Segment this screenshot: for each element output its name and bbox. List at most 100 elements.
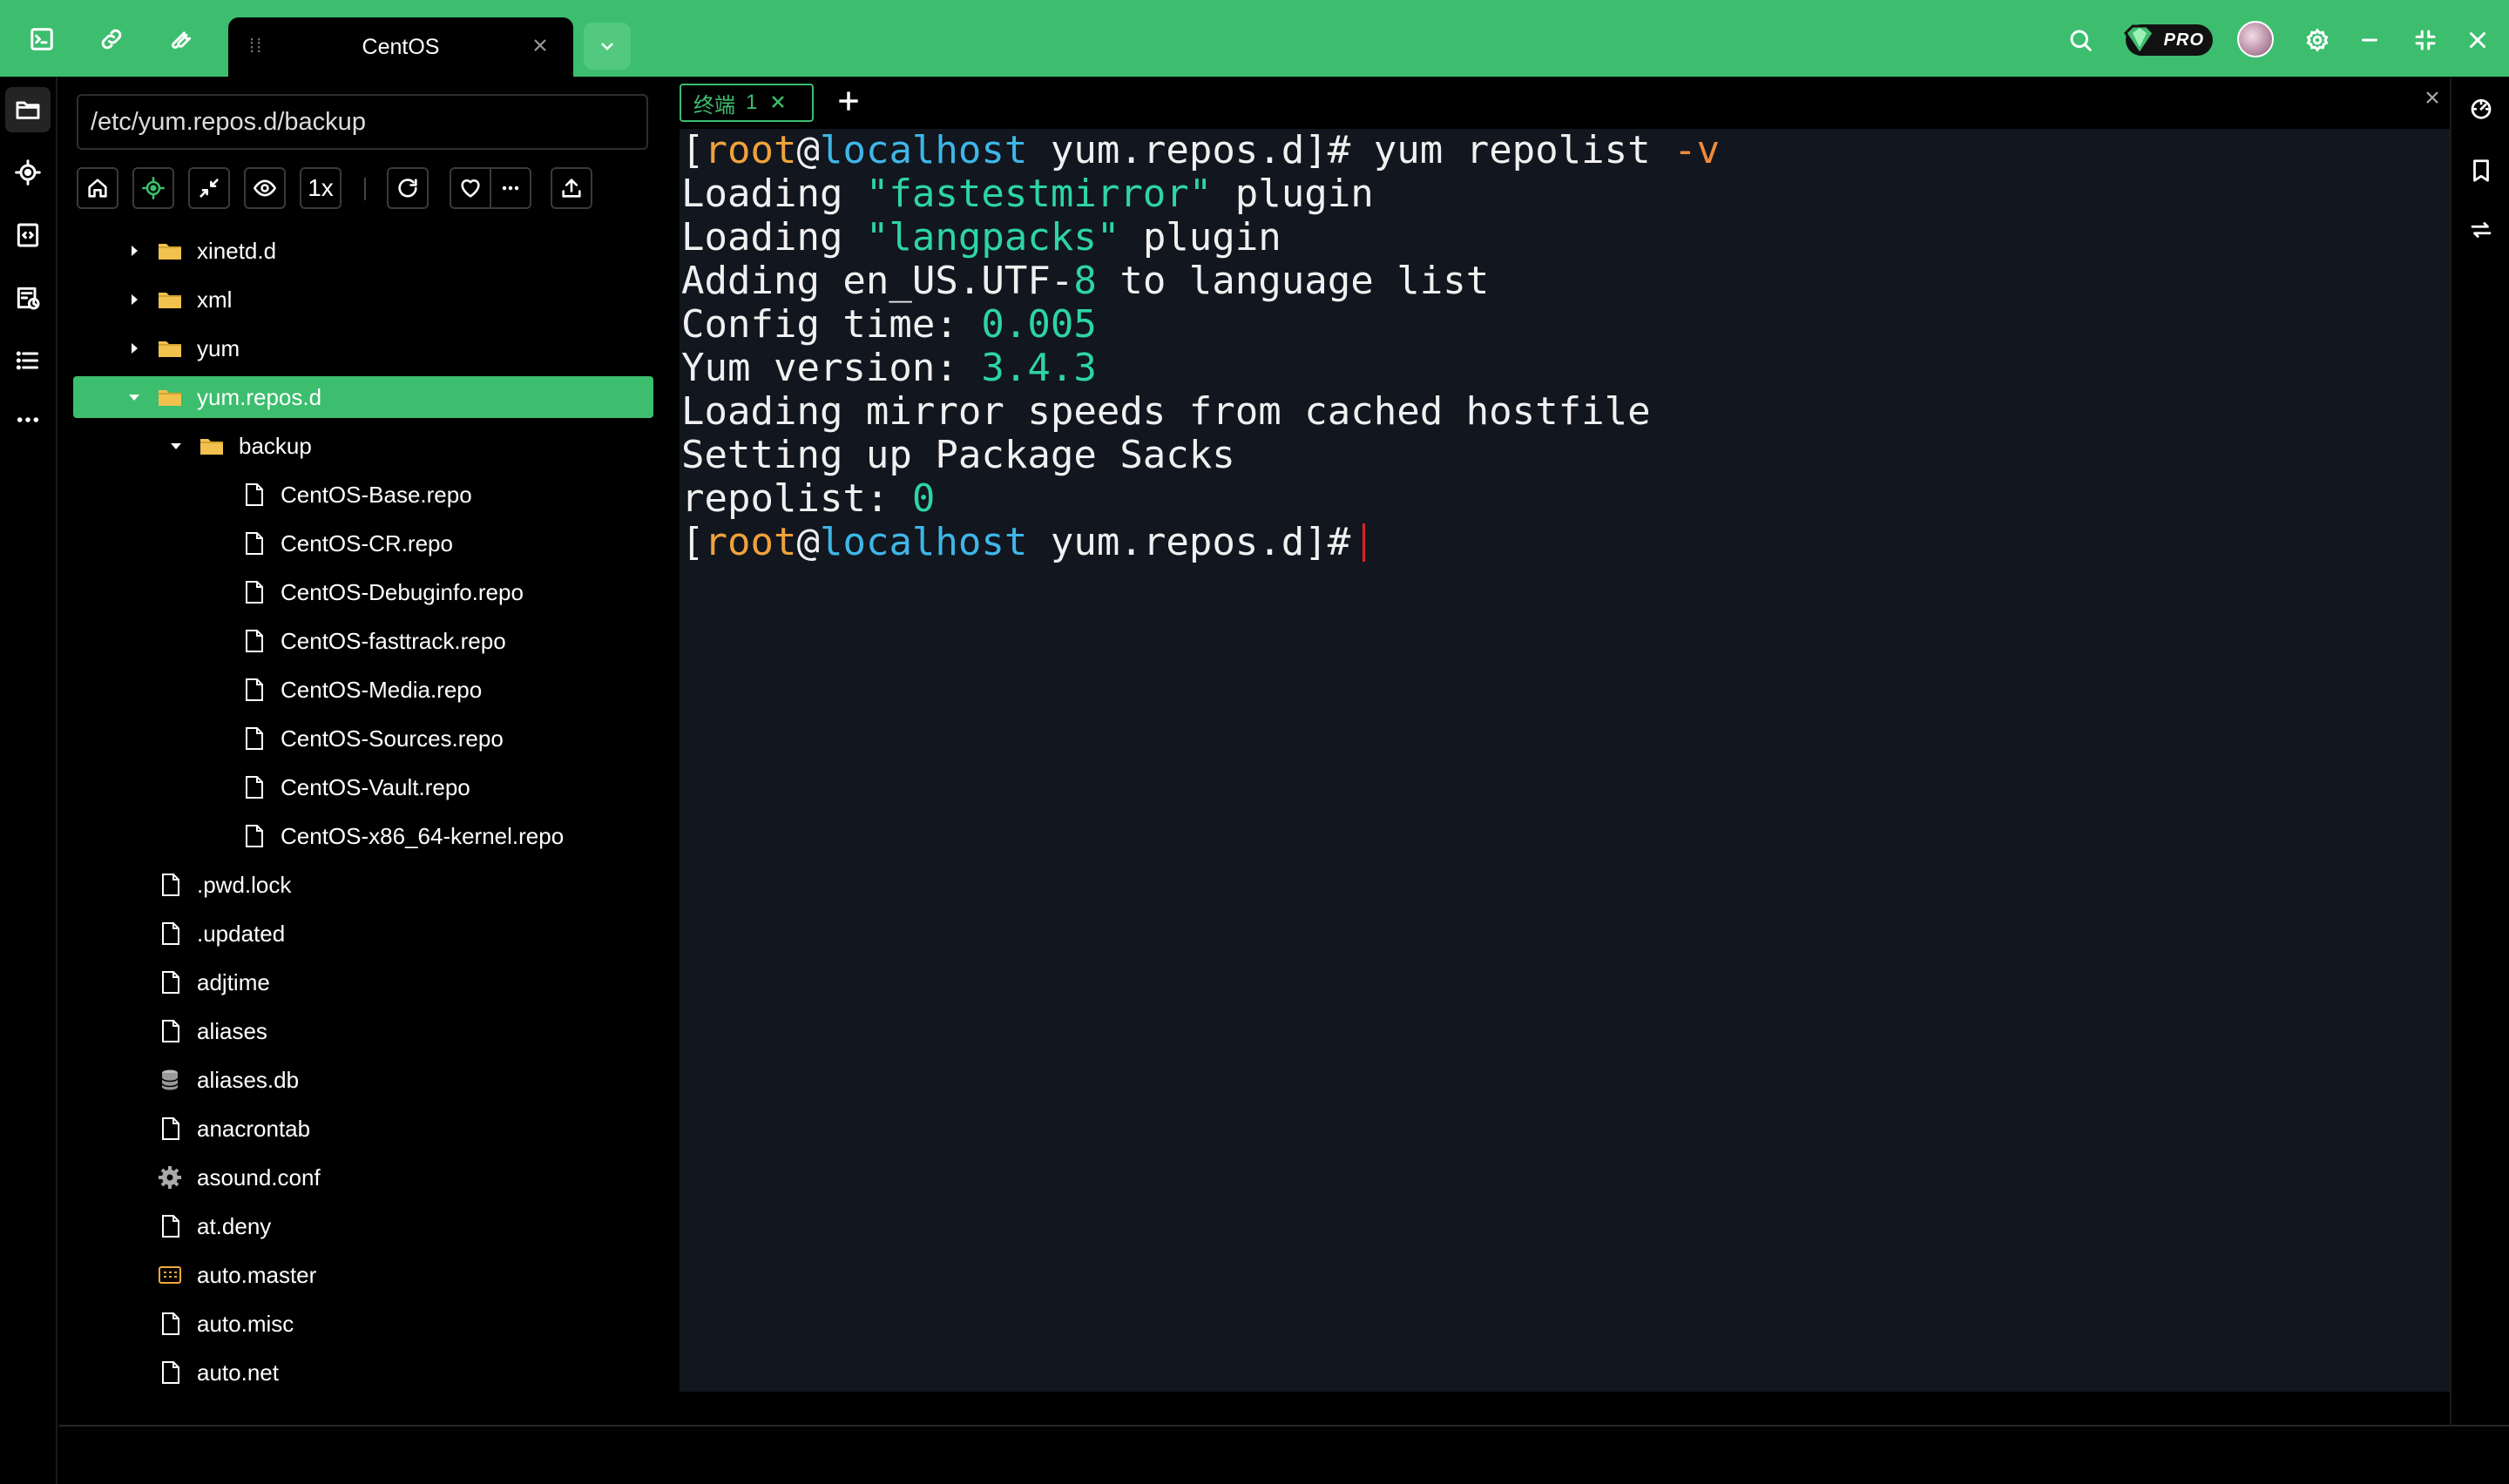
file-icon: [155, 1211, 185, 1241]
tree-folder-row[interactable]: xinetd.d: [73, 230, 653, 272]
terminal-segment: plugin: [1119, 215, 1282, 260]
locate-button[interactable]: [132, 167, 174, 209]
pro-badge[interactable]: PRO: [2124, 24, 2213, 57]
tree-item-label: yum: [197, 334, 240, 361]
terminal-segment: "langpacks": [865, 215, 1120, 260]
terminal-tab-close-icon[interactable]: [769, 93, 788, 112]
tree-folder-row[interactable]: yum: [73, 327, 653, 369]
more-icon[interactable]: [5, 397, 51, 442]
transfer-icon[interactable]: [2464, 212, 2499, 247]
tree-file-row[interactable]: .updated: [73, 913, 653, 954]
caret-right-icon[interactable]: [125, 242, 143, 260]
home-button[interactable]: [77, 167, 118, 209]
file-icon: [239, 626, 268, 656]
collapse-icon: [200, 179, 219, 198]
tree-file-row[interactable]: CentOS-CR.repo: [73, 523, 653, 564]
tree-file-row[interactable]: auto.misc: [73, 1303, 653, 1345]
minimize-icon[interactable]: [2349, 19, 2391, 61]
tree-file-row[interactable]: CentOS-Base.repo: [73, 474, 653, 516]
tree-item-label: CentOS-x86_64-kernel.repo: [281, 822, 565, 849]
tree-file-row[interactable]: asound.conf: [73, 1157, 653, 1198]
terminal-line: Adding en_US.UTF-8 to language list: [681, 260, 2450, 303]
dashboard-icon[interactable]: [2464, 91, 2499, 125]
terminal-segment: localhost: [819, 520, 1028, 564]
caret-right-icon[interactable]: [125, 291, 143, 308]
tree-file-row[interactable]: CentOS-Debuginfo.repo: [73, 571, 653, 613]
eye-icon: [254, 179, 276, 197]
tree-file-row[interactable]: anacrontab: [73, 1108, 653, 1150]
favorites-menu-button[interactable]: [490, 167, 531, 209]
crosshair-icon[interactable]: [5, 150, 51, 195]
link-icon[interactable]: [87, 17, 136, 61]
tree-file-row[interactable]: at.deny: [73, 1205, 653, 1247]
tree-file-row[interactable]: .pwd.lock: [73, 864, 653, 906]
wrench-icon[interactable]: [157, 17, 206, 61]
tree-item-label: .pwd.lock: [197, 871, 292, 898]
caret-down-icon[interactable]: [125, 388, 143, 406]
code-file-icon[interactable]: [5, 212, 51, 258]
tree-file-row[interactable]: CentOS-x86_64-kernel.repo: [73, 815, 653, 857]
terminal-line: [root@localhost yum.repos.d]# yum repoli…: [681, 129, 2450, 172]
gem-icon: [2124, 24, 2155, 57]
terminal-segment: root: [704, 128, 797, 172]
close-icon[interactable]: [2457, 19, 2499, 61]
speed-label: 1x: [308, 174, 334, 201]
tree-item-label: at.deny: [197, 1212, 272, 1239]
file-icon: [155, 1114, 185, 1143]
tree-file-row[interactable]: aliases: [73, 1010, 653, 1052]
tree-file-row[interactable]: adjtime: [73, 961, 653, 1003]
tree-file-row[interactable]: auto.net: [73, 1352, 653, 1393]
path-input[interactable]: [77, 94, 648, 150]
terminal-segment: repolist:: [681, 476, 912, 521]
tab-list-dropdown-button[interactable]: [584, 23, 631, 70]
tree-folder-row[interactable]: backup: [73, 425, 653, 467]
tree-item-label: CentOS-Media.repo: [281, 676, 483, 703]
bookmark-icon[interactable]: [2464, 153, 2499, 188]
tree-folder-row[interactable]: xml: [73, 279, 653, 320]
new-terminal-button[interactable]: [835, 87, 866, 118]
tree-file-row[interactable]: auto.master: [73, 1254, 653, 1296]
settings-icon[interactable]: [2296, 19, 2338, 61]
terminal-output[interactable]: [root@localhost yum.repos.d]# yum repoli…: [680, 129, 2450, 1392]
tree-file-row[interactable]: CentOS-Media.repo: [73, 669, 653, 711]
avatar[interactable]: [2237, 21, 2274, 57]
collapse-button[interactable]: [188, 167, 230, 209]
terminal-tab-number: 1: [746, 91, 758, 114]
restore-icon[interactable]: [2404, 19, 2446, 61]
tab-title: CentOS: [362, 34, 440, 59]
terminal-segment: Setting up Package Sacks: [681, 433, 1235, 477]
history-icon[interactable]: [5, 275, 51, 320]
tree-item-label: yum.repos.d: [197, 383, 322, 410]
list-icon[interactable]: [5, 338, 51, 383]
tree-folder-row[interactable]: yum.repos.d: [73, 376, 653, 418]
close-terminal-panel-icon[interactable]: [2422, 87, 2448, 113]
terminal-tab[interactable]: 终端 1: [680, 84, 814, 122]
refresh-button[interactable]: [387, 167, 429, 209]
file-icon: [155, 1016, 185, 1046]
toggle-hidden-button[interactable]: [244, 167, 286, 209]
database-icon: [155, 1065, 185, 1095]
tab-centos[interactable]: ⁞⁞ CentOS: [228, 17, 573, 77]
more-icon: [502, 186, 519, 191]
tree-file-row[interactable]: CentOS-Sources.repo: [73, 718, 653, 759]
tree-item-label: auto.misc: [197, 1310, 294, 1337]
terminal-icon[interactable]: [17, 17, 66, 61]
file-icon: [239, 480, 268, 509]
left-sidebar: [0, 77, 57, 1484]
folder-icon[interactable]: [5, 87, 51, 132]
search-icon[interactable]: [2059, 19, 2101, 61]
tree-file-row[interactable]: aliases.db: [73, 1059, 653, 1101]
terminal-segment: @: [796, 128, 820, 172]
speed-button[interactable]: 1x: [300, 167, 342, 209]
upload-button[interactable]: [551, 167, 592, 209]
tree-file-row[interactable]: CentOS-fasttrack.repo: [73, 620, 653, 662]
gear-icon: [155, 1163, 185, 1192]
caret-down-icon[interactable]: [167, 437, 185, 455]
terminal-segment: plugin: [1212, 172, 1374, 216]
tree-item-label: adjtime: [197, 968, 270, 995]
caret-right-icon[interactable]: [125, 340, 143, 357]
tab-close-icon[interactable]: [526, 31, 554, 59]
file-toolbar: 1x: [77, 167, 652, 212]
tree-file-row[interactable]: CentOS-Vault.repo: [73, 766, 653, 808]
favorite-button[interactable]: [450, 167, 491, 209]
